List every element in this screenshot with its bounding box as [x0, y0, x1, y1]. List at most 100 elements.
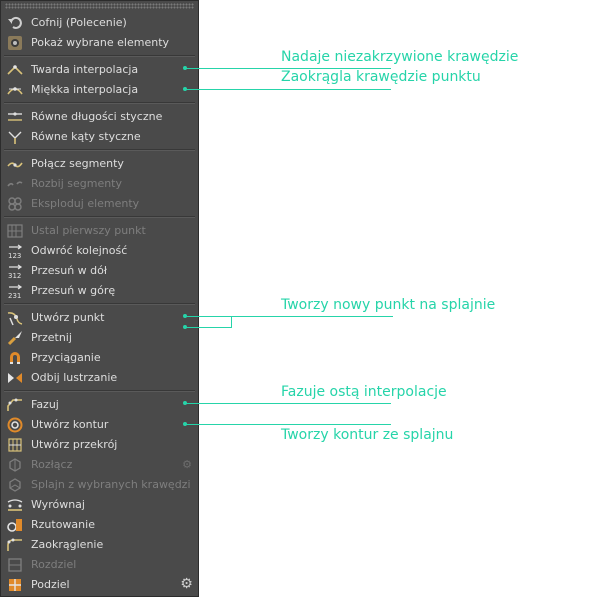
- menu-separator: [4, 102, 195, 104]
- menu-item-label: Przetnij: [31, 331, 72, 344]
- menu-item-join-segment[interactable]: Połącz segmenty: [1, 154, 198, 174]
- menu-item-label: Utwórz przekrój: [31, 438, 118, 451]
- menu-item-label: Utwórz punkt: [31, 311, 105, 324]
- menu-item-create-outline[interactable]: Utwórz kontur: [1, 415, 198, 435]
- join-segment-icon: [7, 156, 23, 172]
- menu-item-split[interactable]: Rozdziel: [1, 555, 198, 575]
- mirror-icon: [7, 370, 23, 386]
- menu-item-move-down-sequence[interactable]: 312 Przesuń w dół: [1, 261, 198, 281]
- menu-item-label: Zaokrąglenie: [31, 538, 104, 551]
- hard-interpolation-icon: [7, 62, 23, 78]
- menu-separator: [4, 216, 195, 218]
- menu-item-create-point[interactable]: Utwórz punkt: [1, 308, 198, 328]
- menu-item-knife[interactable]: Przetnij: [1, 328, 198, 348]
- menu-item-undo[interactable]: Cofnij (Polecenie): [1, 13, 198, 33]
- menu-item-label: Odbij lustrzanie: [31, 371, 118, 384]
- equal-tangent-direction-icon: [7, 129, 23, 145]
- menu-item-label: Rozłącz: [31, 458, 73, 471]
- round-icon: [7, 537, 23, 553]
- menu-separator: [4, 390, 195, 392]
- menu-item-label: Rozdziel: [31, 558, 77, 571]
- callout-line: [186, 89, 391, 90]
- menu-item-line-up[interactable]: Wyrównaj: [1, 495, 198, 515]
- break-segment-icon: [7, 176, 23, 192]
- magnet-icon: [7, 350, 23, 366]
- menu-item-set-first-point[interactable]: Ustal pierwszy punkt: [1, 221, 198, 241]
- menu-item-frame-selected[interactable]: Pokaż wybrane elementy: [1, 33, 198, 53]
- subdivide-icon: [7, 577, 23, 593]
- menu-item-label: Pokaż wybrane elementy: [31, 36, 170, 49]
- menu-item-label: Cofnij (Polecenie): [31, 16, 127, 29]
- menu-item-explode-segments[interactable]: Eksploduj elementy: [1, 194, 198, 214]
- callout-line: [186, 327, 231, 328]
- annotation-chamfer: Fazuje ostą interpolacje: [281, 384, 447, 400]
- annotation-create-point: Tworzy nowy punkt na splajnie: [281, 297, 496, 313]
- callout-line: [231, 316, 232, 328]
- menu-item-cross-section[interactable]: Utwórz przekrój: [1, 435, 198, 455]
- menu-item-label: Przesuń w dół: [31, 264, 108, 277]
- svg-text:123: 123: [8, 252, 21, 259]
- menu-item-label: Przesuń w górę: [31, 284, 116, 297]
- menu-item-label: Ustal pierwszy punkt: [31, 224, 146, 237]
- menu-item-edge-to-spline[interactable]: Splajn z wybranych krawędzi: [1, 475, 198, 495]
- knife-icon: [7, 330, 23, 346]
- menu-item-label: Podziel: [31, 578, 70, 591]
- menu-item-move-up-sequence[interactable]: 231 Przesuń w górę: [1, 281, 198, 301]
- frame-selected-icon: [7, 35, 23, 51]
- annotation-hard-interpolation: Nadaje niezakrzywione krawędzie: [281, 49, 519, 65]
- callout-line: [231, 316, 393, 317]
- menu-item-label: Rozbij segmenty: [31, 177, 123, 190]
- menu-item-label: Przyciąganie: [31, 351, 101, 364]
- menu-item-soft-interpolation[interactable]: Miękka interpolacja: [1, 80, 198, 100]
- options-icon[interactable]: ⚙: [182, 458, 192, 471]
- menu-item-subdivide[interactable]: Podziel ⚙: [1, 575, 198, 595]
- soft-interpolation-icon: [7, 82, 23, 98]
- equal-tangent-length-icon: [7, 109, 23, 125]
- menu-separator: [4, 303, 195, 305]
- annotation-soft-interpolation: Zaokrągla krawędzie punktu: [281, 69, 481, 85]
- create-outline-icon: [7, 417, 23, 433]
- split-icon: [7, 557, 23, 573]
- menu-item-equal-tangent-length[interactable]: Równe długości styczne: [1, 107, 198, 127]
- menu-item-break-segment[interactable]: Rozbij segmenty: [1, 174, 198, 194]
- explode-segments-icon: [7, 196, 23, 212]
- set-first-point-icon: [7, 223, 23, 239]
- menu-item-label: Równe długości styczne: [31, 110, 163, 123]
- chamfer-icon: [7, 397, 23, 413]
- menu-item-mirror[interactable]: Odbij lustrzanie: [1, 368, 198, 388]
- line-up-icon: [7, 497, 23, 513]
- menu-item-label: Miękka interpolacja: [31, 83, 139, 96]
- menu-item-round[interactable]: Zaokrąglenie: [1, 535, 198, 555]
- context-menu: Cofnij (Polecenie) Pokaż wybrane element…: [0, 0, 199, 597]
- menu-item-reverse-sequence[interactable]: 123 Odwróć kolejność: [1, 241, 198, 261]
- edge-to-spline-icon: [7, 477, 23, 493]
- disconnect-icon: [7, 457, 23, 473]
- menu-item-equal-tangent-direction[interactable]: Równe kąty styczne: [1, 127, 198, 147]
- gear-icon[interactable]: ⚙: [179, 577, 194, 592]
- menu-item-label: Wyrównaj: [31, 498, 85, 511]
- annotation-create-outline: Tworzy kontur ze splajnu: [281, 427, 454, 443]
- svg-text:231: 231: [8, 292, 21, 299]
- menu-item-hard-interpolation[interactable]: Twarda interpolacja: [1, 60, 198, 80]
- svg-text:312: 312: [8, 272, 21, 279]
- menu-item-project[interactable]: Rzutowanie: [1, 515, 198, 535]
- menu-item-label: Eksploduj elementy: [31, 197, 140, 210]
- callout-line: [186, 403, 391, 404]
- menu-item-label: Splajn z wybranych krawędzi: [31, 478, 191, 491]
- menu-item-label: Rzutowanie: [31, 518, 95, 531]
- menu-item-label: Odwróć kolejność: [31, 244, 128, 257]
- cross-section-icon: [7, 437, 23, 453]
- menu-grip-handle[interactable]: [5, 3, 194, 9]
- menu-item-label: Równe kąty styczne: [31, 130, 141, 143]
- project-icon: [7, 517, 23, 533]
- menu-separator: [4, 149, 195, 151]
- menu-item-disconnect[interactable]: Rozłącz ⚙: [1, 455, 198, 475]
- menu-separator: [4, 55, 195, 57]
- menu-item-label: Fazuj: [31, 398, 59, 411]
- undo-icon: [7, 15, 23, 31]
- menu-item-chamfer[interactable]: Fazuj: [1, 395, 198, 415]
- callout-line: [186, 424, 391, 425]
- menu-item-magnet[interactable]: Przyciąganie: [1, 348, 198, 368]
- move-down-sequence-icon: 312: [7, 263, 23, 279]
- menu-item-label: Twarda interpolacja: [31, 63, 139, 76]
